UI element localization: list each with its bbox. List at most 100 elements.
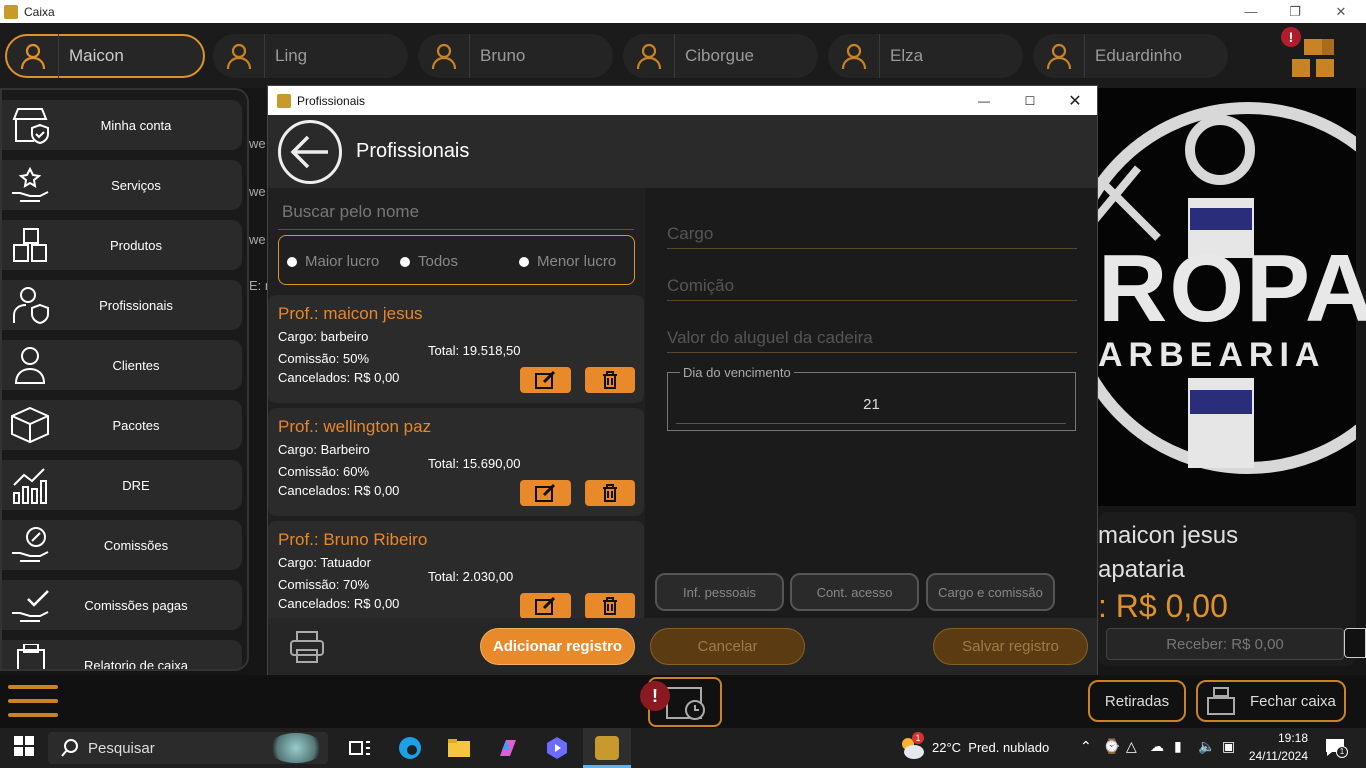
- weather-icon[interactable]: 1: [898, 732, 926, 762]
- network-icon[interactable]: ⌚: [1103, 738, 1120, 755]
- sidebar-item-produtos[interactable]: Produtos: [2, 220, 242, 270]
- vpn-icon[interactable]: △: [1126, 738, 1137, 755]
- menu-icon[interactable]: [8, 681, 58, 721]
- package-icon: [2, 405, 60, 445]
- delete-button[interactable]: [585, 367, 635, 393]
- professional-card[interactable]: Prof.: Bruno Ribeiro Cargo: Tatuador Com…: [268, 521, 644, 618]
- windows-start-button[interactable]: [14, 736, 38, 760]
- back-button[interactable]: [278, 120, 342, 184]
- print-button[interactable]: [288, 630, 326, 664]
- stock-boxes-button[interactable]: !: [1281, 27, 1346, 87]
- cloud-icon[interactable]: ☁: [1150, 738, 1164, 755]
- windows-taskbar: Pesquisar 1 22°C Pred. nublado ⌃ ⌚ △ ☁ ▮…: [0, 728, 1366, 768]
- dialog-maximize-button[interactable]: ☐: [1007, 86, 1053, 115]
- notification-icon[interactable]: 1: [1324, 736, 1348, 758]
- cash-register-icon: [1207, 687, 1235, 715]
- radio-icon: [287, 256, 297, 267]
- sidebar-item-label: Pacotes: [112, 417, 160, 433]
- place-name: apataria: [1098, 556, 1185, 583]
- user-tab-maicon[interactable]: Maicon: [5, 34, 205, 78]
- cancel-button[interactable]: Cancelar: [650, 628, 805, 665]
- battery-icon[interactable]: ▮: [1174, 738, 1182, 755]
- chevron-up-icon[interactable]: ⌃: [1080, 738, 1092, 755]
- clock-date[interactable]: 24/11/2024: [1240, 749, 1308, 763]
- taskbar-search[interactable]: Pesquisar: [48, 732, 328, 764]
- sidebar-item-label: Comissões: [103, 537, 169, 553]
- succulent-image: [268, 733, 324, 763]
- user-tab-ciborgue[interactable]: Ciborgue: [623, 34, 818, 78]
- cargo-input[interactable]: Cargo: [667, 224, 1077, 249]
- close-button[interactable]: ✕: [1318, 0, 1364, 23]
- dialog-header: Profissionais: [268, 115, 1097, 188]
- sidebar-item-profissionais[interactable]: Profissionais: [2, 280, 242, 330]
- caixa-app-taskbar[interactable]: [583, 728, 631, 768]
- delete-button[interactable]: [585, 480, 635, 506]
- edit-button[interactable]: [520, 480, 571, 506]
- filter-maior-lucro[interactable]: Maior lucro: [287, 253, 379, 270]
- video-app-icon[interactable]: [545, 736, 569, 760]
- withdraw-button[interactable]: Retiradas: [1088, 680, 1186, 722]
- professional-card[interactable]: Prof.: wellington paz Cargo: Barbeiro Co…: [268, 408, 644, 516]
- snippet: we: [249, 232, 266, 247]
- edit-button[interactable]: [520, 593, 571, 618]
- clock-time[interactable]: 19:18: [1250, 731, 1308, 745]
- sidebar-item-comissoes-pagas[interactable]: Comissões pagas: [2, 580, 242, 630]
- delete-button[interactable]: [585, 593, 635, 618]
- sidebar-item-servicos[interactable]: Serviços: [2, 160, 242, 210]
- copilot-icon[interactable]: [496, 736, 520, 760]
- dialog-title: Profissionais: [297, 93, 366, 108]
- sidebar-item-minha-conta[interactable]: Minha conta: [2, 100, 242, 150]
- professional-form-pane: Cargo Comição Valor do aluguel da cadeir…: [645, 188, 1097, 618]
- close-register-button[interactable]: Fechar caixa: [1196, 680, 1346, 722]
- comissao-input[interactable]: Comição: [667, 276, 1077, 301]
- user-tab-ling[interactable]: Ling: [213, 34, 408, 78]
- app-title: Caixa: [24, 4, 55, 19]
- user-tab-elza[interactable]: Elza: [828, 34, 1023, 78]
- tab-cont-acesso[interactable]: Cont. acesso: [790, 573, 919, 611]
- dialog-footer: Adicionar registro Cancelar Salvar regis…: [268, 618, 1097, 675]
- professional-card[interactable]: Prof.: maicon jesus Cargo: barbeiro Comi…: [268, 295, 644, 403]
- search-placeholder: Pesquisar: [88, 739, 155, 757]
- sidebar-item-dre[interactable]: DRE: [2, 460, 242, 510]
- sidebar-item-pacotes[interactable]: Pacotes: [2, 400, 242, 450]
- tab-cargo-comissao[interactable]: Cargo e comissão: [926, 573, 1055, 611]
- professional-total: Total: 2.030,00: [428, 569, 514, 584]
- app-titlebar: Caixa — ❐ ✕: [0, 0, 1366, 23]
- filter-todos[interactable]: Todos: [400, 253, 458, 270]
- search-input[interactable]: Buscar pelo nome: [278, 200, 634, 230]
- task-view-icon[interactable]: [348, 736, 372, 760]
- file-explorer-icon[interactable]: [447, 736, 471, 760]
- sidebar-item-relatorio[interactable]: Relatorio de caixa: [2, 640, 242, 669]
- sidebar-item-label: Minha conta: [100, 117, 172, 133]
- sidebar-item-label: Serviços: [111, 177, 161, 193]
- edit-icon: [534, 483, 555, 502]
- sidebar-item-comissoes[interactable]: Comissões: [2, 520, 242, 570]
- professionals-list-pane: Buscar pelo nome Maior lucro Todos Menor…: [268, 188, 645, 618]
- professional-name: Prof.: Bruno Ribeiro: [278, 530, 428, 549]
- volume-icon[interactable]: 🔈: [1198, 738, 1215, 755]
- user-tab-bruno[interactable]: Bruno: [418, 34, 613, 78]
- vencimento-field[interactable]: Dia do vencimento 21: [667, 365, 1076, 431]
- filter-menor-lucro[interactable]: Menor lucro: [519, 253, 616, 270]
- dialog-minimize-button[interactable]: —: [961, 86, 1007, 115]
- sidebar-item-label: Produtos: [109, 237, 163, 253]
- sidebar-item-clientes[interactable]: Clientes: [2, 340, 242, 390]
- user-tab-eduardinho[interactable]: Eduardinho: [1033, 34, 1228, 78]
- dialog-titlebar: Profissionais — ☐ ✕: [268, 86, 1097, 115]
- receive-field[interactable]: Receber: R$ 0,00: [1106, 628, 1344, 660]
- restore-button[interactable]: ❐: [1272, 0, 1318, 23]
- add-record-button[interactable]: Adicionar registro: [480, 628, 635, 665]
- edge-browser-icon[interactable]: [398, 736, 422, 760]
- tab-inf-pessoais[interactable]: Inf. pessoais: [655, 573, 784, 611]
- professional-name: maicon jesus: [1098, 522, 1239, 549]
- filter-label: Menor lucro: [537, 253, 617, 270]
- edit-button[interactable]: [520, 367, 571, 393]
- save-record-button[interactable]: Salvar registro: [933, 628, 1088, 665]
- user-icon: [828, 34, 880, 78]
- dialog-close-button[interactable]: ✕: [1052, 86, 1098, 115]
- aluguel-input[interactable]: Valor do aluguel da cadeira: [667, 328, 1077, 353]
- display-icon[interactable]: ▣: [1222, 738, 1235, 755]
- minimize-button[interactable]: —: [1228, 0, 1274, 23]
- register-icon: [2, 644, 60, 669]
- side-toggle-button[interactable]: [1344, 628, 1366, 658]
